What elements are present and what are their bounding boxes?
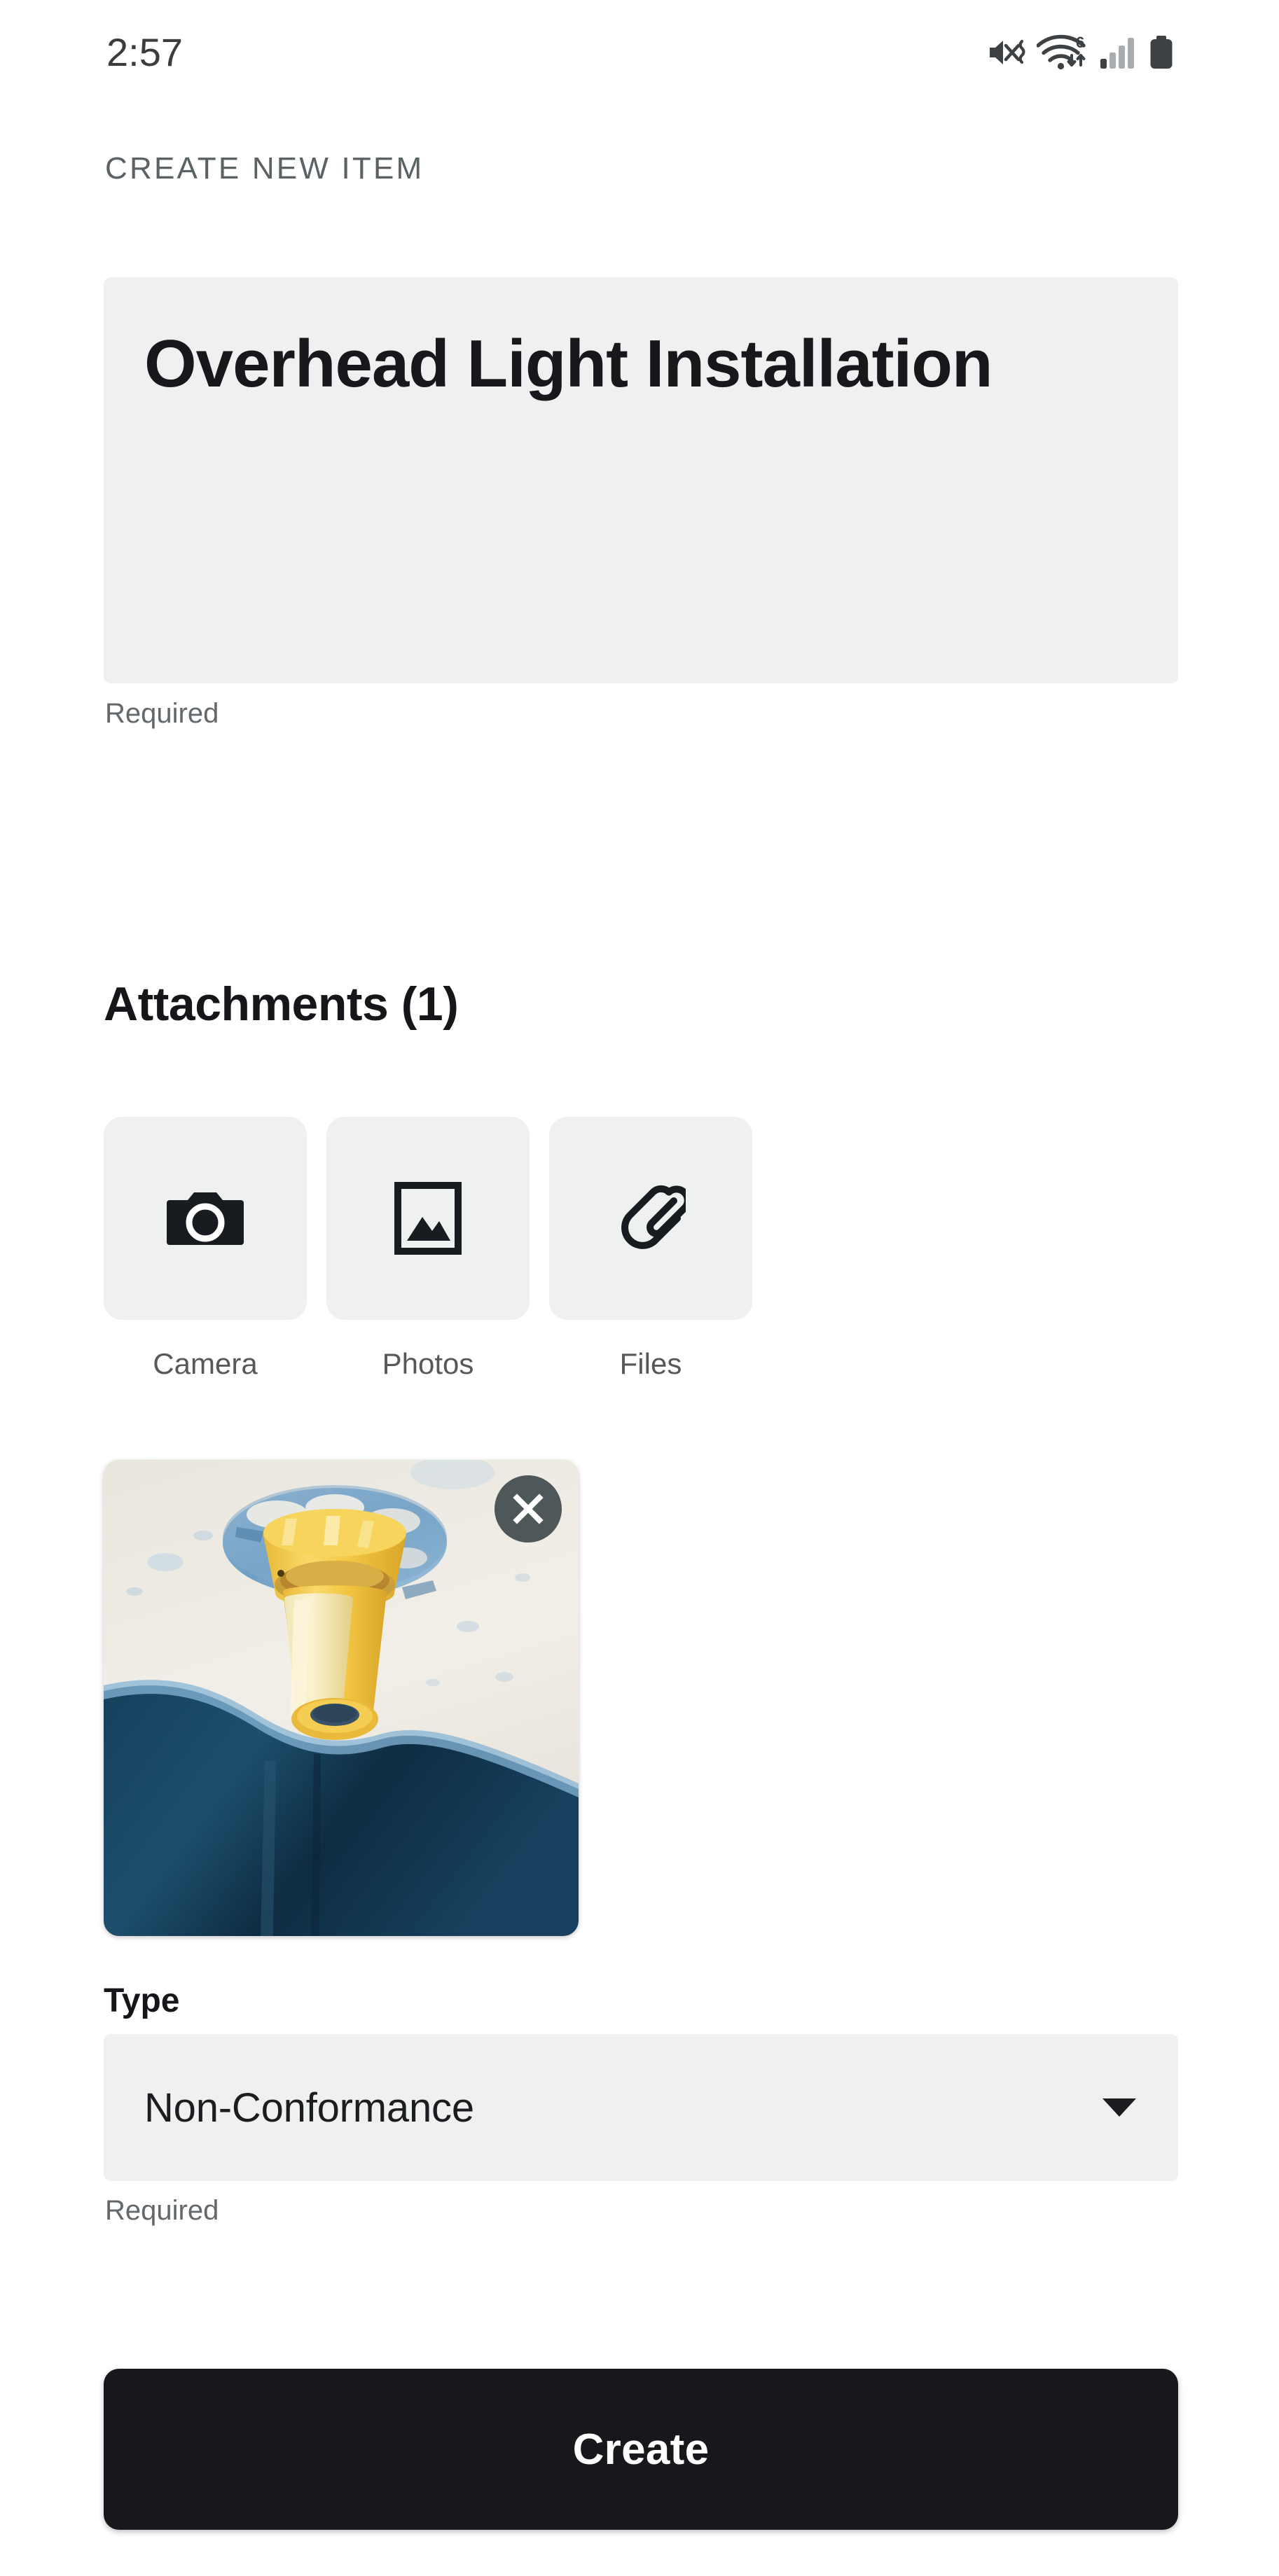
type-select[interactable]: Non-Conformance bbox=[104, 2034, 1178, 2181]
close-icon bbox=[511, 1491, 546, 1526]
type-field-helper-text: Required bbox=[105, 2195, 219, 2226]
status-time: 2:57 bbox=[106, 30, 183, 74]
create-button[interactable]: Create bbox=[104, 2369, 1178, 2530]
attachment-source-camera[interactable]: Camera bbox=[104, 1117, 307, 1379]
attachment-source-label: Camera bbox=[153, 1347, 258, 1380]
wifi-6-icon: 6 bbox=[1037, 34, 1088, 71]
camera-tile[interactable] bbox=[104, 1117, 307, 1320]
attachment-source-photos[interactable]: Photos bbox=[326, 1117, 530, 1379]
remove-attachment-button[interactable] bbox=[495, 1475, 562, 1543]
photos-tile[interactable] bbox=[326, 1117, 530, 1320]
files-tile[interactable] bbox=[549, 1117, 752, 1320]
battery-icon bbox=[1149, 35, 1174, 70]
attachments-heading: Attachments (1) bbox=[104, 977, 459, 1031]
create-button-label: Create bbox=[572, 2425, 710, 2474]
status-icons-group: 6 bbox=[988, 34, 1174, 71]
attachment-source-files[interactable]: Files bbox=[549, 1117, 752, 1379]
image-icon bbox=[394, 1182, 462, 1255]
mobile-screen: 2:57 6 CREATE NEW ITEM Overhead Light In… bbox=[0, 0, 1279, 2576]
attachment-source-row: Camera Photos Files bbox=[104, 1117, 752, 1379]
svg-text:6: 6 bbox=[1076, 34, 1084, 51]
status-bar: 2:57 6 bbox=[0, 0, 1279, 105]
paperclip-icon bbox=[616, 1181, 686, 1256]
type-select-value: Non-Conformance bbox=[144, 2084, 474, 2131]
chevron-down-icon bbox=[1102, 2098, 1136, 2117]
item-title-value: Overhead Light Installation bbox=[144, 326, 993, 401]
attachment-thumbnail[interactable] bbox=[104, 1460, 579, 1936]
volume-mute-vibrate-icon bbox=[988, 36, 1025, 69]
attachment-source-label: Photos bbox=[382, 1347, 474, 1380]
camera-icon bbox=[167, 1186, 244, 1251]
item-title-helper-text: Required bbox=[105, 698, 219, 729]
type-field-label: Type bbox=[104, 1982, 180, 2019]
item-title-input[interactable]: Overhead Light Installation bbox=[104, 277, 1178, 683]
cellular-signal-icon bbox=[1100, 36, 1138, 69]
page-title: CREATE NEW ITEM bbox=[105, 151, 424, 186]
attachment-source-label: Files bbox=[619, 1347, 682, 1380]
